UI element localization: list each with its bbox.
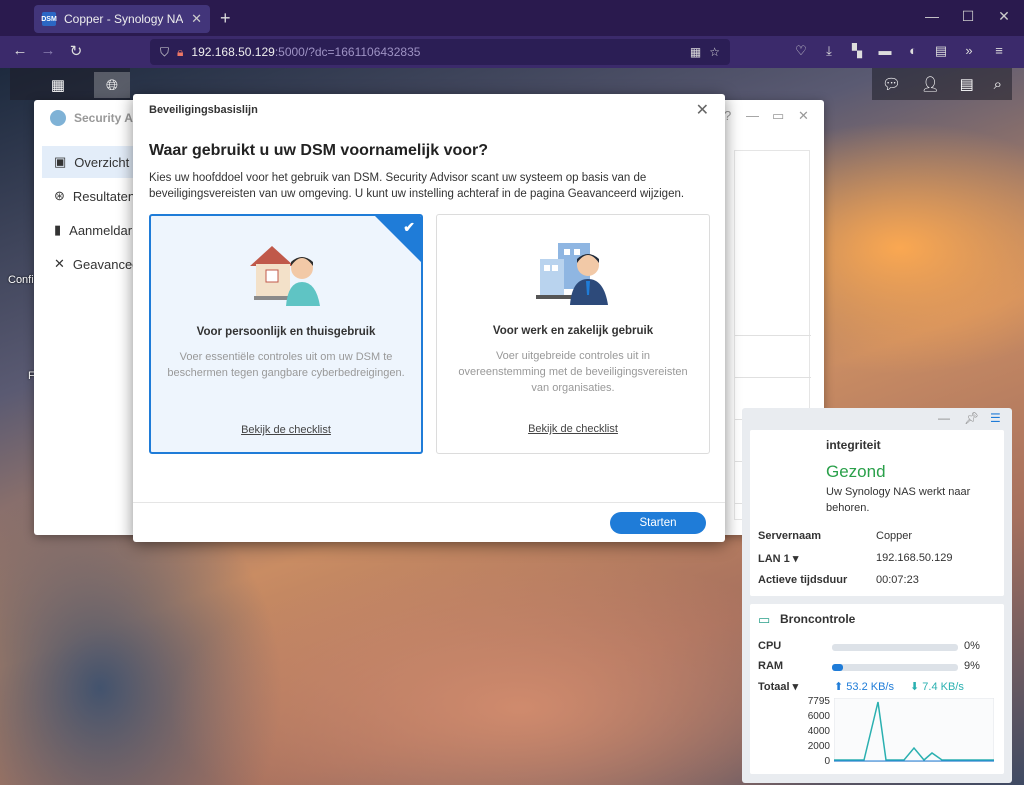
bar-chart-icon: ▮ <box>54 222 62 237</box>
option-description: Voer essentiële controles uit om uw DSM … <box>167 351 405 379</box>
app-maximize-icon[interactable]: ▭ <box>772 108 784 124</box>
url-host: 192.168.50.129 <box>191 45 275 59</box>
lock-warning-icon: 🔒︎ <box>177 44 184 59</box>
window-close-icon[interactable]: ✕ <box>994 8 1014 25</box>
network-y-axis: 7795 6000 4000 2000 0 <box>790 694 830 769</box>
security-advisor-logo-icon <box>50 110 66 126</box>
resource-monitor-widget: ▭ Broncontrole CPU 0% RAM 9% Totaal ▾ ⬆ … <box>750 604 1004 774</box>
user-icon[interactable]: 👤︎ <box>921 75 940 93</box>
system-health-widget: integriteit Gezond Uw Synology NAS werkt… <box>750 430 1004 596</box>
y-tick: 4000 <box>807 726 830 737</box>
extension-circle-icon[interactable]: ◐ <box>904 43 922 58</box>
y-tick: 0 <box>824 756 830 767</box>
maximize-icon[interactable]: ☐ <box>958 8 978 25</box>
pocket-icon[interactable]: ♡ <box>792 43 810 59</box>
url-path: :5000/?dc=1661106432835 <box>274 45 421 59</box>
widget-settings-icon[interactable]: ☰ <box>990 411 1001 425</box>
tools-icon: ✕ <box>54 256 65 271</box>
sidebar-item-overview[interactable]: ▣ Overzicht <box>42 146 142 178</box>
security-advisor-taskbar-icon[interactable]: 🌐︎ <box>94 72 130 98</box>
checkmark-icon: ✔ <box>403 219 415 235</box>
health-status: Gezond <box>826 462 886 481</box>
ram-percent: 9% <box>964 660 980 672</box>
checklist-link[interactable]: Bekijk de checklist <box>437 423 709 435</box>
sidebar-item-advanced[interactable]: ✕ Geavancee <box>42 248 142 280</box>
y-tick: 7795 <box>807 696 830 707</box>
start-button[interactable]: Starten <box>610 512 706 534</box>
browser-tab-bar: DSM Copper - Synology NAS ✕ + — ☐ ✕ <box>0 0 1024 36</box>
overflow-chevron-icon[interactable]: » <box>960 43 978 58</box>
ram-bar <box>832 664 958 671</box>
app-close-icon[interactable]: ✕ <box>798 108 809 124</box>
widget-title: integriteit <box>826 438 881 452</box>
new-tab-icon[interactable]: + <box>220 8 231 29</box>
dsm-taskbar: ▦ 🌐︎ <box>10 68 130 100</box>
dialog-title: Beveiligingsbasislijn <box>149 104 258 116</box>
tab-title: Copper - Synology NAS <box>64 12 184 26</box>
shield-icon: ⛉ <box>160 44 170 59</box>
browser-tab[interactable]: DSM Copper - Synology NAS ✕ <box>34 5 210 33</box>
forward-arrow-icon[interactable]: → <box>38 42 58 59</box>
sidebar-item-results[interactable]: ⊛ Resultaten <box>42 180 142 212</box>
url-bar[interactable]: ⛉ 🔒︎ 192.168.50.129:5000/?dc=16611064328… <box>150 39 730 65</box>
download-icon[interactable]: ⤓ <box>820 43 838 59</box>
search-icon[interactable]: ⌕ <box>994 76 1002 93</box>
extensions-icon[interactable]: ▚ <box>848 43 866 59</box>
dsm-top-right-tray: 💬︎ 👤︎ ▤ ⌕ <box>872 68 1012 100</box>
health-description: Uw Synology NAS werkt naar behoren. <box>826 486 971 514</box>
cpu-bar <box>832 644 958 651</box>
bookmark-star-icon[interactable]: ☆ <box>709 45 720 59</box>
option-title: Voor persoonlijk en thuisgebruik <box>196 326 376 338</box>
results-icon: ⊛ <box>54 188 65 203</box>
upload-rate: ⬆ 53.2 KB/s <box>834 681 894 693</box>
widgets-icon[interactable]: ▤ <box>960 75 974 93</box>
browser-nav-bar: ← → ↻ ⛉ 🔒︎ 192.168.50.129:5000/?dc=16611… <box>0 36 1024 68</box>
extension-color-icon[interactable]: ▬ <box>876 43 894 58</box>
dsm-favicon-icon: DSM <box>41 12 57 26</box>
menu-icon[interactable]: ≡ <box>990 43 1008 58</box>
qr-code-icon[interactable]: ▦ <box>690 45 701 59</box>
main-menu-grid-icon[interactable]: ▦ <box>40 72 76 98</box>
back-arrow-icon[interactable]: ← <box>10 42 30 59</box>
pin-icon[interactable]: 📌︎ <box>964 411 979 425</box>
option-work-business[interactable]: Voor werk en zakelijk gebruik Voer uitge… <box>436 214 710 454</box>
reader-icon[interactable]: ▤ <box>932 43 950 59</box>
option-description: Voer uitgebreide controles uit in overee… <box>458 350 688 394</box>
y-tick: 2000 <box>807 741 830 752</box>
y-tick: 6000 <box>807 711 830 722</box>
checklist-link[interactable]: Bekijk de checklist <box>151 424 421 436</box>
close-icon[interactable]: ✕ <box>191 11 202 27</box>
security-baseline-dialog: Beveiligingsbasislijn ✕ Waar gebruikt u … <box>133 94 725 542</box>
download-rate: ⬇ 7.4 KB/s <box>910 681 964 693</box>
widget-panel: — 📌︎ ☰ integriteit Gezond Uw Synology NA… <box>742 408 1012 783</box>
option-personal-home[interactable]: ✔ Voor persoonlijk en thuisgebruik Voer … <box>149 214 423 454</box>
widget-minimize-icon[interactable]: — <box>938 411 950 425</box>
close-icon[interactable]: ✕ <box>696 100 709 120</box>
widget-title: Broncontrole <box>780 612 856 626</box>
chat-icon[interactable]: 💬︎ <box>882 75 901 93</box>
network-graph <box>834 698 994 762</box>
resource-monitor-icon: ▭ <box>758 612 771 627</box>
option-title: Voor werk en zakelijk gebruik <box>492 325 654 337</box>
dialog-description: Kies uw hoofddoel voor het gebruik van D… <box>149 172 685 200</box>
app-title: Security Ad <box>50 110 140 126</box>
desktop-shortcut-label[interactable]: Confi <box>8 274 34 286</box>
sidebar-item-login[interactable]: ▮ Aanmeldar <box>42 214 142 246</box>
home-user-illustration-icon <box>250 246 320 306</box>
app-minimize-icon[interactable]: — <box>746 108 759 123</box>
overview-icon: ▣ <box>54 154 67 169</box>
business-user-illustration-icon <box>536 243 608 305</box>
cpu-percent: 0% <box>964 640 980 652</box>
minimize-icon[interactable]: — <box>922 8 942 24</box>
dialog-question: Waar gebruikt u uw DSM voornamelijk voor… <box>149 142 489 159</box>
help-icon[interactable]: ? <box>724 108 731 123</box>
reload-icon[interactable]: ↻ <box>66 42 86 60</box>
